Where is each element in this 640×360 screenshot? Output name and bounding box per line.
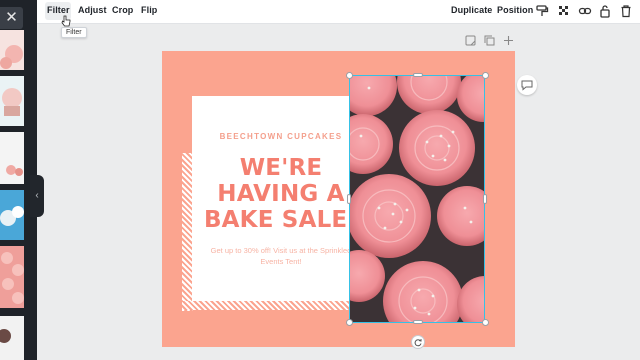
rotate-icon xyxy=(414,339,422,347)
thumbnail-4[interactable] xyxy=(0,190,24,240)
filter-button[interactable]: Filter xyxy=(47,5,70,15)
crop-button[interactable]: Crop xyxy=(112,5,133,15)
brand-name[interactable]: BEECHTOWN CUPCAKES xyxy=(192,132,370,141)
copy-page-icon[interactable] xyxy=(484,35,495,46)
rotate-handle[interactable] xyxy=(411,335,425,349)
resize-handle-top[interactable] xyxy=(413,73,423,77)
stripe-decoration-horizontal xyxy=(182,301,349,310)
toolbar: Filter Adjust Crop Flip Duplicate Positi… xyxy=(37,0,640,24)
headline-line-2: HAVING A xyxy=(217,181,345,207)
thumbnail-6[interactable] xyxy=(0,316,24,360)
thumbnail-3[interactable] xyxy=(0,132,24,184)
resize-handle-left[interactable] xyxy=(347,194,351,204)
thumbnail-2[interactable] xyxy=(0,76,24,126)
chevron-left-icon[interactable]: ‹ xyxy=(30,175,44,217)
link-icon[interactable] xyxy=(578,4,592,18)
resize-handle-top-left[interactable] xyxy=(346,72,353,79)
duplicate-button[interactable]: Duplicate xyxy=(451,5,492,15)
close-icon[interactable]: ✕ xyxy=(0,7,23,29)
resize-handle-bottom[interactable] xyxy=(413,320,423,324)
notes-icon[interactable] xyxy=(465,35,476,46)
comment-button[interactable] xyxy=(517,75,537,95)
lock-icon[interactable] xyxy=(598,4,612,18)
trash-icon[interactable] xyxy=(619,4,633,18)
filter-tooltip: Filter xyxy=(61,27,87,38)
promo-text[interactable]: Get up to 30% off! Visit us at the Sprin… xyxy=(210,245,352,267)
selection-frame xyxy=(349,75,485,323)
headline-line-1: WE'RE xyxy=(239,155,323,181)
resize-handle-right[interactable] xyxy=(483,194,487,204)
thumbnail-1[interactable] xyxy=(0,30,24,70)
add-page-icon[interactable] xyxy=(503,35,514,46)
comment-icon xyxy=(521,80,533,91)
headline-line-3: BAKE SALE! xyxy=(203,207,359,233)
thumbnail-5[interactable] xyxy=(0,246,24,308)
hand-cursor-icon xyxy=(61,15,71,27)
adjust-button[interactable]: Adjust xyxy=(78,5,107,15)
resize-handle-bottom-right[interactable] xyxy=(482,319,489,326)
headline[interactable]: WE'RE HAVING A BAKE SALE! xyxy=(192,155,370,233)
transparency-icon[interactable] xyxy=(557,4,571,18)
flip-button[interactable]: Flip xyxy=(141,5,157,15)
resize-handle-top-right[interactable] xyxy=(482,72,489,79)
resize-handle-bottom-left[interactable] xyxy=(346,319,353,326)
paint-roller-icon[interactable] xyxy=(535,4,549,18)
position-button[interactable]: Position xyxy=(497,5,533,15)
